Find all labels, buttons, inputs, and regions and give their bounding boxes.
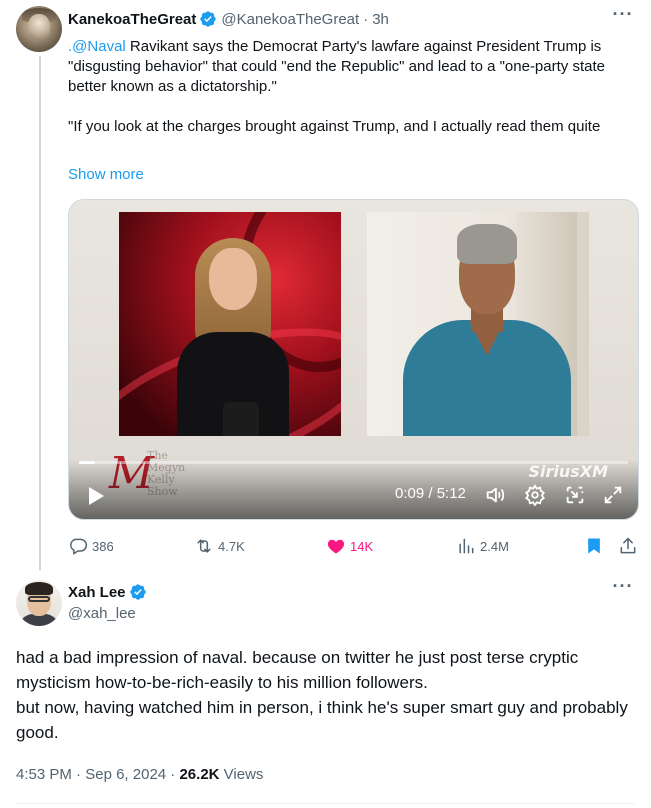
- host-face: [209, 248, 257, 310]
- avatar-hair: [25, 582, 53, 595]
- share-button[interactable]: [618, 534, 642, 558]
- tweet1-timestamp[interactable]: 3h: [372, 11, 389, 28]
- tweet2-meta: 4:53 PM · Sep 6, 2024 · 26.2K Views: [16, 766, 263, 783]
- tweet1-text-part2: "If you look at the charges brought agai…: [68, 118, 601, 135]
- tweet2-time[interactable]: 4:53 PM: [16, 766, 72, 783]
- thread-connector-line: [39, 56, 41, 570]
- views-count: 2.4M: [480, 538, 509, 554]
- host-figure: [163, 232, 303, 436]
- scrubber-progress: [79, 461, 96, 464]
- tweet2-name-row: Xah Lee: [68, 583, 151, 601]
- reply-icon: [70, 538, 88, 555]
- tweet2-display-name[interactable]: Xah Lee: [68, 584, 126, 601]
- more-icon[interactable]: ···: [611, 5, 635, 28]
- reply-count: 386: [92, 538, 114, 554]
- guest-figure: [397, 220, 577, 436]
- separator-dot: ·: [76, 766, 82, 783]
- separator-dot: ·: [363, 10, 369, 28]
- verified-badge-icon[interactable]: [129, 583, 147, 601]
- tweet2-views-count[interactable]: 26.2K: [179, 766, 219, 783]
- mention-link[interactable]: .@Naval: [68, 38, 126, 55]
- views-button[interactable]: 2.4M: [456, 534, 509, 558]
- tweet1-header: KanekoaTheGreat @KanekoaTheGreat · 3h: [68, 9, 389, 29]
- volume-icon[interactable]: [484, 484, 506, 506]
- tweet1-text: .@Naval Ravikant says the Democrat Party…: [68, 37, 640, 137]
- siriusxm-watermark: SiriusXM: [528, 462, 608, 481]
- share-icon: [620, 537, 636, 554]
- views-icon: [459, 538, 474, 554]
- video-scrubber[interactable]: [79, 461, 628, 464]
- avatar-xah-lee[interactable]: [16, 580, 62, 626]
- more-icon[interactable]: ···: [611, 577, 635, 600]
- tweet2-views-label: Views: [219, 766, 264, 783]
- avatar-kanekoa[interactable]: [16, 6, 62, 52]
- guest-collar: [469, 320, 505, 356]
- bookmark-button[interactable]: [584, 534, 608, 558]
- reply-button[interactable]: 386: [68, 534, 114, 558]
- retweet-button[interactable]: 4.7K: [194, 534, 245, 558]
- retweet-count: 4.7K: [218, 538, 245, 554]
- like-count: 14K: [350, 538, 374, 554]
- tweet2-paragraph-2: but now, having watched him in person, i…: [16, 698, 628, 742]
- tweet2-date[interactable]: Sep 6, 2024: [85, 766, 166, 783]
- guest-hair: [457, 224, 517, 264]
- tweet1-text-part1: Ravikant says the Democrat Party's lawfa…: [68, 38, 605, 95]
- like-button[interactable]: 14K: [326, 534, 373, 558]
- play-icon[interactable]: [87, 486, 105, 506]
- like-icon: [327, 539, 345, 554]
- bookmark-icon: [588, 538, 600, 554]
- tweet1-handle[interactable]: @KanekoaTheGreat: [221, 11, 359, 28]
- show-more-link[interactable]: Show more: [68, 166, 144, 183]
- separator-dot: ·: [170, 766, 176, 783]
- dock-icon[interactable]: [564, 484, 586, 506]
- divider: [16, 803, 635, 804]
- tweet1-display-name[interactable]: KanekoaTheGreat: [68, 11, 196, 28]
- tweet2-handle[interactable]: @xah_lee: [68, 605, 136, 622]
- video-left-panel: [119, 212, 341, 436]
- tweet2-text: had a bad impression of naval. because o…: [16, 645, 636, 745]
- microphone: [223, 402, 259, 436]
- tweet2-paragraph-1: had a bad impression of naval. because o…: [16, 648, 579, 692]
- fullscreen-icon[interactable]: [602, 484, 624, 506]
- retweet-icon: [197, 539, 211, 553]
- video-time: 0:09 / 5:12: [395, 485, 466, 502]
- avatar-glasses: [28, 596, 50, 602]
- verified-badge-icon[interactable]: [199, 10, 217, 28]
- video-right-panel: [367, 212, 589, 436]
- settings-icon[interactable]: [524, 484, 546, 506]
- tweet1-action-bar: 386 4.7K 14K 2.4M: [68, 534, 648, 558]
- avatar-face-shape: [28, 14, 50, 40]
- video-player[interactable]: M The Megyn Kelly Show SiriusXM 0:09 / 5…: [68, 199, 639, 520]
